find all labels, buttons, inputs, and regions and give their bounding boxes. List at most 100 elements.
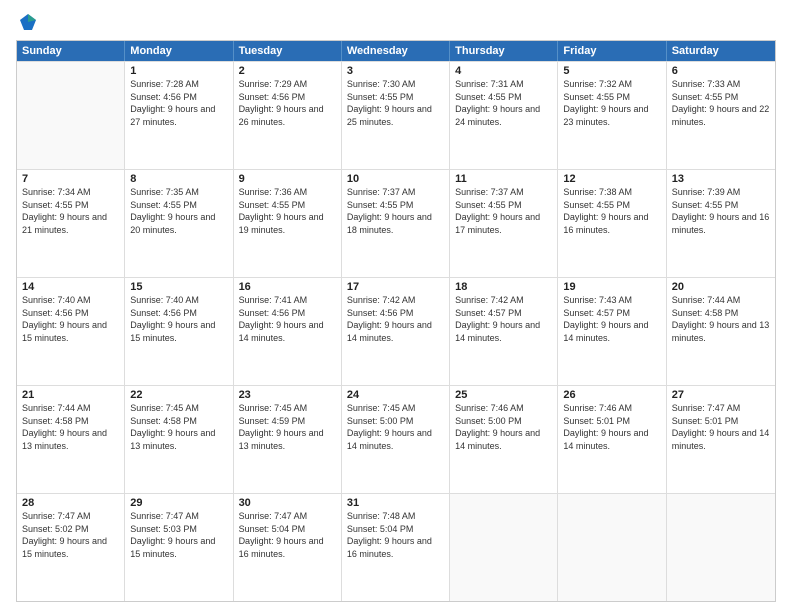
- weekday-header-saturday: Saturday: [667, 41, 775, 61]
- day-number: 1: [130, 65, 227, 77]
- day-number: 22: [130, 389, 227, 401]
- week-row-5: 28Sunrise: 7:47 AM Sunset: 5:02 PM Dayli…: [17, 493, 775, 601]
- page: SundayMondayTuesdayWednesdayThursdayFrid…: [0, 0, 792, 612]
- cal-cell-24: 24Sunrise: 7:45 AM Sunset: 5:00 PM Dayli…: [342, 386, 450, 493]
- cal-cell-1: 1Sunrise: 7:28 AM Sunset: 4:56 PM Daylig…: [125, 62, 233, 169]
- cal-cell-23: 23Sunrise: 7:45 AM Sunset: 4:59 PM Dayli…: [234, 386, 342, 493]
- week-row-1: 1Sunrise: 7:28 AM Sunset: 4:56 PM Daylig…: [17, 61, 775, 169]
- cal-cell-empty-6: [667, 494, 775, 601]
- day-number: 21: [22, 389, 119, 401]
- day-info: Sunrise: 7:42 AM Sunset: 4:57 PM Dayligh…: [455, 294, 552, 344]
- cal-cell-30: 30Sunrise: 7:47 AM Sunset: 5:04 PM Dayli…: [234, 494, 342, 601]
- day-info: Sunrise: 7:47 AM Sunset: 5:01 PM Dayligh…: [672, 402, 770, 452]
- day-info: Sunrise: 7:34 AM Sunset: 4:55 PM Dayligh…: [22, 186, 119, 236]
- day-info: Sunrise: 7:37 AM Sunset: 4:55 PM Dayligh…: [347, 186, 444, 236]
- weekday-header-monday: Monday: [125, 41, 233, 61]
- cal-cell-22: 22Sunrise: 7:45 AM Sunset: 4:58 PM Dayli…: [125, 386, 233, 493]
- day-info: Sunrise: 7:48 AM Sunset: 5:04 PM Dayligh…: [347, 510, 444, 560]
- cal-cell-11: 11Sunrise: 7:37 AM Sunset: 4:55 PM Dayli…: [450, 170, 558, 277]
- cal-cell-9: 9Sunrise: 7:36 AM Sunset: 4:55 PM Daylig…: [234, 170, 342, 277]
- day-info: Sunrise: 7:45 AM Sunset: 4:58 PM Dayligh…: [130, 402, 227, 452]
- day-number: 12: [563, 173, 660, 185]
- calendar-body: 1Sunrise: 7:28 AM Sunset: 4:56 PM Daylig…: [17, 61, 775, 601]
- day-number: 8: [130, 173, 227, 185]
- weekday-header-wednesday: Wednesday: [342, 41, 450, 61]
- day-number: 15: [130, 281, 227, 293]
- day-info: Sunrise: 7:46 AM Sunset: 5:00 PM Dayligh…: [455, 402, 552, 452]
- day-number: 5: [563, 65, 660, 77]
- cal-cell-20: 20Sunrise: 7:44 AM Sunset: 4:58 PM Dayli…: [667, 278, 775, 385]
- cal-cell-3: 3Sunrise: 7:30 AM Sunset: 4:55 PM Daylig…: [342, 62, 450, 169]
- week-row-3: 14Sunrise: 7:40 AM Sunset: 4:56 PM Dayli…: [17, 277, 775, 385]
- cal-cell-16: 16Sunrise: 7:41 AM Sunset: 4:56 PM Dayli…: [234, 278, 342, 385]
- day-number: 17: [347, 281, 444, 293]
- day-number: 13: [672, 173, 770, 185]
- week-row-2: 7Sunrise: 7:34 AM Sunset: 4:55 PM Daylig…: [17, 169, 775, 277]
- cal-cell-empty-4: [450, 494, 558, 601]
- calendar-header: SundayMondayTuesdayWednesdayThursdayFrid…: [17, 41, 775, 61]
- weekday-header-tuesday: Tuesday: [234, 41, 342, 61]
- day-info: Sunrise: 7:40 AM Sunset: 4:56 PM Dayligh…: [130, 294, 227, 344]
- cal-cell-empty-5: [558, 494, 666, 601]
- day-number: 18: [455, 281, 552, 293]
- day-number: 10: [347, 173, 444, 185]
- cal-cell-27: 27Sunrise: 7:47 AM Sunset: 5:01 PM Dayli…: [667, 386, 775, 493]
- cal-cell-19: 19Sunrise: 7:43 AM Sunset: 4:57 PM Dayli…: [558, 278, 666, 385]
- day-info: Sunrise: 7:44 AM Sunset: 4:58 PM Dayligh…: [672, 294, 770, 344]
- cal-cell-15: 15Sunrise: 7:40 AM Sunset: 4:56 PM Dayli…: [125, 278, 233, 385]
- day-info: Sunrise: 7:45 AM Sunset: 4:59 PM Dayligh…: [239, 402, 336, 452]
- day-info: Sunrise: 7:28 AM Sunset: 4:56 PM Dayligh…: [130, 78, 227, 128]
- cal-cell-12: 12Sunrise: 7:38 AM Sunset: 4:55 PM Dayli…: [558, 170, 666, 277]
- day-number: 25: [455, 389, 552, 401]
- day-number: 16: [239, 281, 336, 293]
- weekday-header-sunday: Sunday: [17, 41, 125, 61]
- day-info: Sunrise: 7:46 AM Sunset: 5:01 PM Dayligh…: [563, 402, 660, 452]
- cal-cell-26: 26Sunrise: 7:46 AM Sunset: 5:01 PM Dayli…: [558, 386, 666, 493]
- day-number: 20: [672, 281, 770, 293]
- cal-cell-13: 13Sunrise: 7:39 AM Sunset: 4:55 PM Dayli…: [667, 170, 775, 277]
- cal-cell-4: 4Sunrise: 7:31 AM Sunset: 4:55 PM Daylig…: [450, 62, 558, 169]
- day-number: 30: [239, 497, 336, 509]
- week-row-4: 21Sunrise: 7:44 AM Sunset: 4:58 PM Dayli…: [17, 385, 775, 493]
- day-number: 6: [672, 65, 770, 77]
- cal-cell-empty-0: [17, 62, 125, 169]
- weekday-header-thursday: Thursday: [450, 41, 558, 61]
- day-number: 24: [347, 389, 444, 401]
- day-number: 2: [239, 65, 336, 77]
- day-number: 14: [22, 281, 119, 293]
- day-number: 19: [563, 281, 660, 293]
- cal-cell-18: 18Sunrise: 7:42 AM Sunset: 4:57 PM Dayli…: [450, 278, 558, 385]
- cal-cell-28: 28Sunrise: 7:47 AM Sunset: 5:02 PM Dayli…: [17, 494, 125, 601]
- day-info: Sunrise: 7:31 AM Sunset: 4:55 PM Dayligh…: [455, 78, 552, 128]
- cal-cell-8: 8Sunrise: 7:35 AM Sunset: 4:55 PM Daylig…: [125, 170, 233, 277]
- day-info: Sunrise: 7:32 AM Sunset: 4:55 PM Dayligh…: [563, 78, 660, 128]
- cal-cell-17: 17Sunrise: 7:42 AM Sunset: 4:56 PM Dayli…: [342, 278, 450, 385]
- day-info: Sunrise: 7:38 AM Sunset: 4:55 PM Dayligh…: [563, 186, 660, 236]
- cal-cell-29: 29Sunrise: 7:47 AM Sunset: 5:03 PM Dayli…: [125, 494, 233, 601]
- cal-cell-5: 5Sunrise: 7:32 AM Sunset: 4:55 PM Daylig…: [558, 62, 666, 169]
- cal-cell-6: 6Sunrise: 7:33 AM Sunset: 4:55 PM Daylig…: [667, 62, 775, 169]
- day-number: 31: [347, 497, 444, 509]
- day-number: 11: [455, 173, 552, 185]
- day-info: Sunrise: 7:30 AM Sunset: 4:55 PM Dayligh…: [347, 78, 444, 128]
- day-number: 23: [239, 389, 336, 401]
- day-info: Sunrise: 7:47 AM Sunset: 5:02 PM Dayligh…: [22, 510, 119, 560]
- day-info: Sunrise: 7:42 AM Sunset: 4:56 PM Dayligh…: [347, 294, 444, 344]
- day-number: 28: [22, 497, 119, 509]
- cal-cell-14: 14Sunrise: 7:40 AM Sunset: 4:56 PM Dayli…: [17, 278, 125, 385]
- day-info: Sunrise: 7:47 AM Sunset: 5:03 PM Dayligh…: [130, 510, 227, 560]
- cal-cell-2: 2Sunrise: 7:29 AM Sunset: 4:56 PM Daylig…: [234, 62, 342, 169]
- logo: [16, 12, 38, 32]
- calendar: SundayMondayTuesdayWednesdayThursdayFrid…: [16, 40, 776, 602]
- day-number: 29: [130, 497, 227, 509]
- weekday-header-friday: Friday: [558, 41, 666, 61]
- cal-cell-21: 21Sunrise: 7:44 AM Sunset: 4:58 PM Dayli…: [17, 386, 125, 493]
- day-info: Sunrise: 7:45 AM Sunset: 5:00 PM Dayligh…: [347, 402, 444, 452]
- day-number: 26: [563, 389, 660, 401]
- day-info: Sunrise: 7:47 AM Sunset: 5:04 PM Dayligh…: [239, 510, 336, 560]
- day-info: Sunrise: 7:29 AM Sunset: 4:56 PM Dayligh…: [239, 78, 336, 128]
- day-number: 4: [455, 65, 552, 77]
- cal-cell-10: 10Sunrise: 7:37 AM Sunset: 4:55 PM Dayli…: [342, 170, 450, 277]
- day-info: Sunrise: 7:40 AM Sunset: 4:56 PM Dayligh…: [22, 294, 119, 344]
- day-info: Sunrise: 7:33 AM Sunset: 4:55 PM Dayligh…: [672, 78, 770, 128]
